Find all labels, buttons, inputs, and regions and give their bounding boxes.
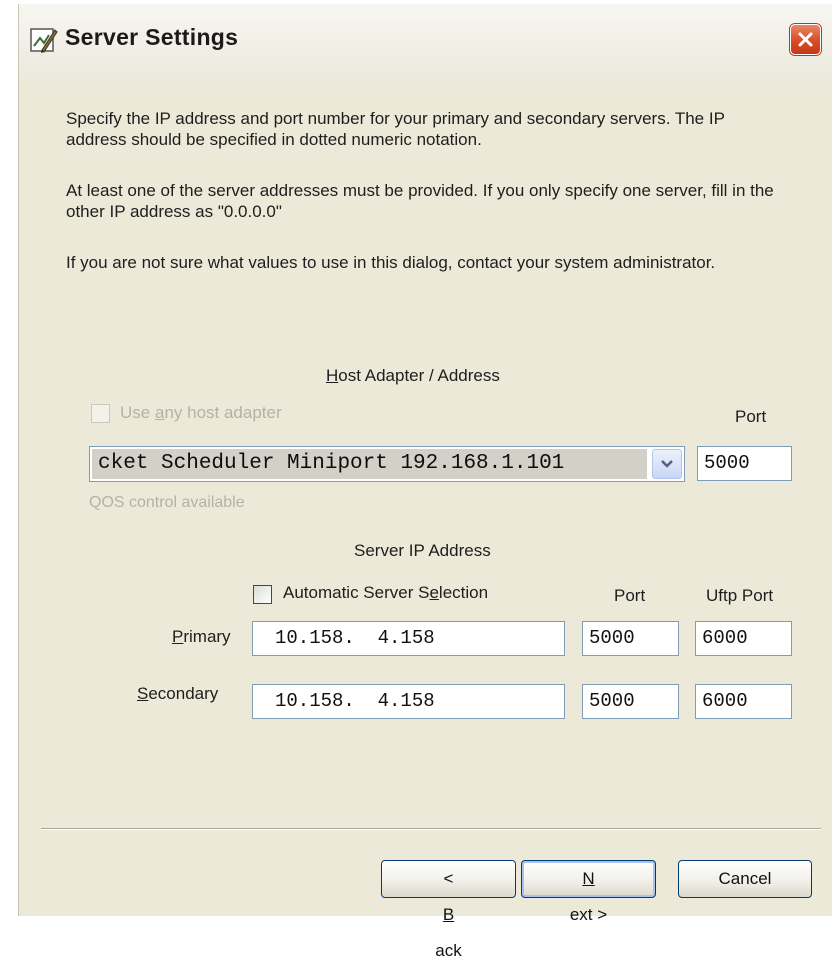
secondary-label: Secondary xyxy=(137,684,219,703)
instruction-paragraph-1: Specify the IP address and port number f… xyxy=(66,109,725,149)
adapter-port-label: Port xyxy=(735,407,767,426)
adapter-port-field[interactable]: 5000 xyxy=(697,446,792,481)
host-adapter-selected-value: cket Scheduler Miniport 192.168.1.101 xyxy=(92,449,647,479)
use-any-host-adapter-label: Use any host adapter xyxy=(120,403,282,422)
back-button-label: < Back xyxy=(435,869,462,960)
window-title: Server Settings xyxy=(65,24,239,50)
server-settings-window: Server Settings Specify the IP address a… xyxy=(18,4,832,960)
automatic-server-selection-label: Automatic Server Selection xyxy=(283,583,489,602)
next-button-label: Next > xyxy=(569,869,608,924)
secondary-uftp-port-field[interactable]: 6000 xyxy=(695,684,792,719)
title-bar[interactable]: Server Settings xyxy=(19,4,832,84)
close-button[interactable] xyxy=(790,24,821,55)
automatic-server-selection-checkbox[interactable] xyxy=(253,585,272,604)
chevron-down-icon xyxy=(661,460,673,468)
secondary-ip-field[interactable]: 10.158. 4.158 xyxy=(252,684,565,719)
next-button[interactable]: Next > xyxy=(521,860,656,924)
uftp-port-column-label: Uftp Port xyxy=(706,586,774,605)
cancel-button[interactable]: Cancel xyxy=(678,860,812,898)
cancel-button-label: Cancel xyxy=(718,869,772,888)
primary-label: Primary xyxy=(172,627,231,646)
server-port-column-label: Port xyxy=(614,586,646,605)
primary-uftp-port-field[interactable]: 6000 xyxy=(695,621,792,656)
use-any-host-adapter-checkbox[interactable] xyxy=(91,404,110,423)
host-adapter-heading: Host Adapter / Address xyxy=(326,366,500,385)
instruction-paragraph-3: If you are not sure what values to use i… xyxy=(66,253,716,272)
footer-separator xyxy=(41,828,821,830)
primary-ip-field[interactable]: 10.158. 4.158 xyxy=(252,621,565,656)
instruction-paragraph-2: At least one of the server addresses mus… xyxy=(66,181,774,221)
server-ip-heading: Server IP Address xyxy=(354,541,491,560)
dialog-body: Specify the IP address and port number f… xyxy=(19,84,832,960)
host-adapter-dropdown[interactable]: cket Scheduler Miniport 192.168.1.101 xyxy=(89,446,685,482)
wizard-pen-icon xyxy=(30,26,58,54)
close-icon xyxy=(798,32,813,47)
secondary-port-field[interactable]: 5000 xyxy=(582,684,679,719)
dropdown-button[interactable] xyxy=(652,449,682,479)
qos-control-label: QOS control available xyxy=(89,494,245,511)
primary-port-field[interactable]: 5000 xyxy=(582,621,679,656)
back-button[interactable]: < Back xyxy=(381,860,516,960)
